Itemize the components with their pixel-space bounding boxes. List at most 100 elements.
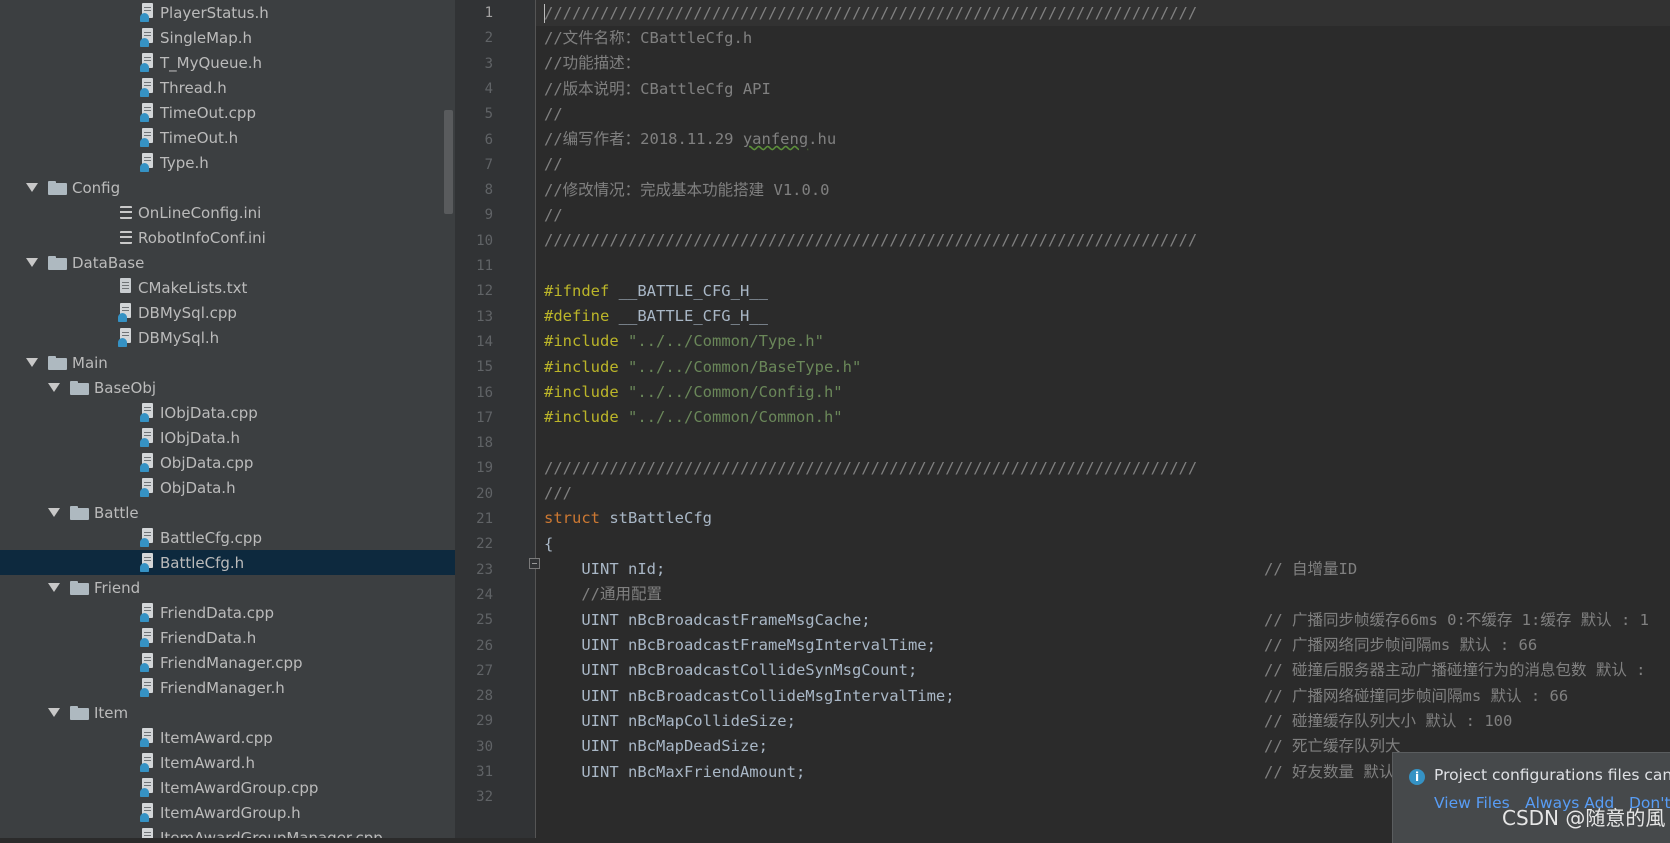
tree-file-row[interactable]: ItemAwardGroup.h [0,800,455,825]
header-file-icon [140,53,156,72]
tree-file-row[interactable]: ItemAward.cpp [0,725,455,750]
tree-folder-row[interactable]: Friend [0,575,455,600]
line-number: 28 [476,688,493,704]
line-number: 14 [476,334,493,350]
expand-arrow-icon[interactable] [26,183,38,192]
line-number: 13 [476,309,493,325]
line-number: 18 [476,435,493,451]
tree-file-row[interactable]: DBMySql.cpp [0,300,455,325]
line-number: 21 [476,511,493,527]
tree-file-row[interactable]: ItemAwardGroupManager.cpp [0,825,455,838]
view-files-link[interactable]: View Files [1434,794,1510,812]
include-path: "../../Common/Config.h" [628,383,843,401]
tree-item-label: ItemAward.h [160,753,255,772]
expand-arrow-icon[interactable] [26,258,38,267]
line-number: 31 [476,764,493,780]
tree-item-label: ItemAwardGroupManager.cpp [160,828,383,839]
tree-item-label: TimeOut.h [160,128,239,147]
fold-marker-icon[interactable] [529,558,540,569]
tree-item-label: Battle [94,503,139,522]
member-line: UINT nBcMaxFriendAmount; [544,763,806,781]
text-caret [544,4,545,23]
line-number: 20 [476,486,493,502]
expand-arrow-icon[interactable] [48,708,60,717]
member-line: UINT nBcBroadcastFrameMsgCache; [544,611,871,629]
tree-folder-row[interactable]: Item [0,700,455,725]
line-number: 30 [476,739,493,755]
folder-icon [48,180,67,195]
expand-arrow-icon[interactable] [48,583,60,592]
tree-file-row[interactable]: IObjData.h [0,425,455,450]
folder-icon [70,380,89,395]
tree-file-row[interactable]: TimeOut.h [0,125,455,150]
tree-file-row[interactable]: FriendManager.cpp [0,650,455,675]
tree-file-row[interactable]: FriendManager.h [0,675,455,700]
tree-file-row[interactable]: BattleCfg.cpp [0,525,455,550]
header-file-icon [140,628,156,647]
tree-file-row[interactable]: FriendData.h [0,625,455,650]
tree-file-row[interactable]: FriendData.cpp [0,600,455,625]
member-comment: // 广播网络碰撞同步帧间隔ms 默认 : 66 [1264,687,1569,705]
struct-keyword: struct [544,509,600,527]
tree-file-row[interactable]: SingleMap.h [0,25,455,50]
struct-name: stBattleCfg [600,509,712,527]
member-comment: // 好友数量 默认 [1264,763,1395,781]
tree-file-row[interactable]: ItemAward.h [0,750,455,775]
tree-file-row[interactable]: T_MyQueue.h [0,50,455,75]
code-line-10: ////////////////////////////////////////… [544,231,1198,249]
line-number: 4 [484,81,493,97]
tree-item-label: DBMySql.h [138,328,220,347]
tree-item-label: ObjData.cpp [160,453,254,472]
tree-file-row[interactable]: ItemAwardGroup.cpp [0,775,455,800]
tree-item-label: RobotInfoConf.ini [138,228,266,247]
folder-icon [70,580,89,595]
line-number: 22 [476,536,493,552]
line-number: 26 [476,638,493,654]
text-file-icon [118,278,134,297]
expand-arrow-icon[interactable] [26,358,38,367]
tree-folder-row[interactable]: Battle [0,500,455,525]
tree-file-row[interactable]: Thread.h [0,75,455,100]
line-number: 16 [476,385,493,401]
tree-item-label: FriendManager.h [160,678,285,697]
author-name-misspelled: yanfeng [742,130,809,148]
tree-file-row[interactable]: OnLineConfig.ini [0,200,455,225]
tree-item-label: Item [94,703,129,722]
tree-file-row[interactable]: CMakeLists.txt [0,275,455,300]
header-file-icon [118,328,134,347]
code-line-1: ////////////////////////////////////////… [544,4,1198,22]
member-comment: // 广播同步帧缓存66ms 0:不缓存 1:缓存 默认 : 1 [1264,611,1649,629]
tree-file-row[interactable]: PlayerStatus.h [0,0,455,25]
line-number: 6 [484,132,493,148]
expand-arrow-icon[interactable] [48,383,60,392]
tree-file-row[interactable]: IObjData.cpp [0,400,455,425]
tree-item-label: ObjData.h [160,478,236,497]
member-line: UINT nBcBroadcastCollideSynMsgCount; [544,661,918,679]
tree-file-row[interactable]: RobotInfoConf.ini [0,225,455,250]
member-line: UINT nBcBroadcastFrameMsgIntervalTime; [544,636,936,654]
code-line-3: //功能描述： [544,54,641,72]
tree-file-row[interactable]: DBMySql.h [0,325,455,350]
tree-file-row[interactable]: ObjData.h [0,475,455,500]
tree-item-label: DBMySql.cpp [138,303,237,322]
tree-file-row[interactable]: TimeOut.cpp [0,100,455,125]
ini-file-icon [118,228,134,247]
tree-item-label: PlayerStatus.h [160,3,269,22]
tree-file-row[interactable]: BattleCfg.h [0,550,455,575]
expand-arrow-icon[interactable] [48,508,60,517]
line-number: 29 [476,713,493,729]
cpp-file-icon [140,403,156,422]
tree-item-label: CMakeLists.txt [138,278,248,297]
tree-file-row[interactable]: Type.h [0,150,455,175]
line-number: 11 [476,258,493,274]
tree-folder-row[interactable]: BaseObj [0,375,455,400]
cpp-file-icon [140,453,156,472]
tree-folder-row[interactable]: Main [0,350,455,375]
include-path: "../../Common/Type.h" [628,332,824,350]
header-file-icon [140,428,156,447]
header-file-icon [140,78,156,97]
tree-folder-row[interactable]: DataBase [0,250,455,275]
tree-file-row[interactable]: ObjData.cpp [0,450,455,475]
tree-item-label: SingleMap.h [160,28,253,47]
tree-folder-row[interactable]: Config [0,175,455,200]
